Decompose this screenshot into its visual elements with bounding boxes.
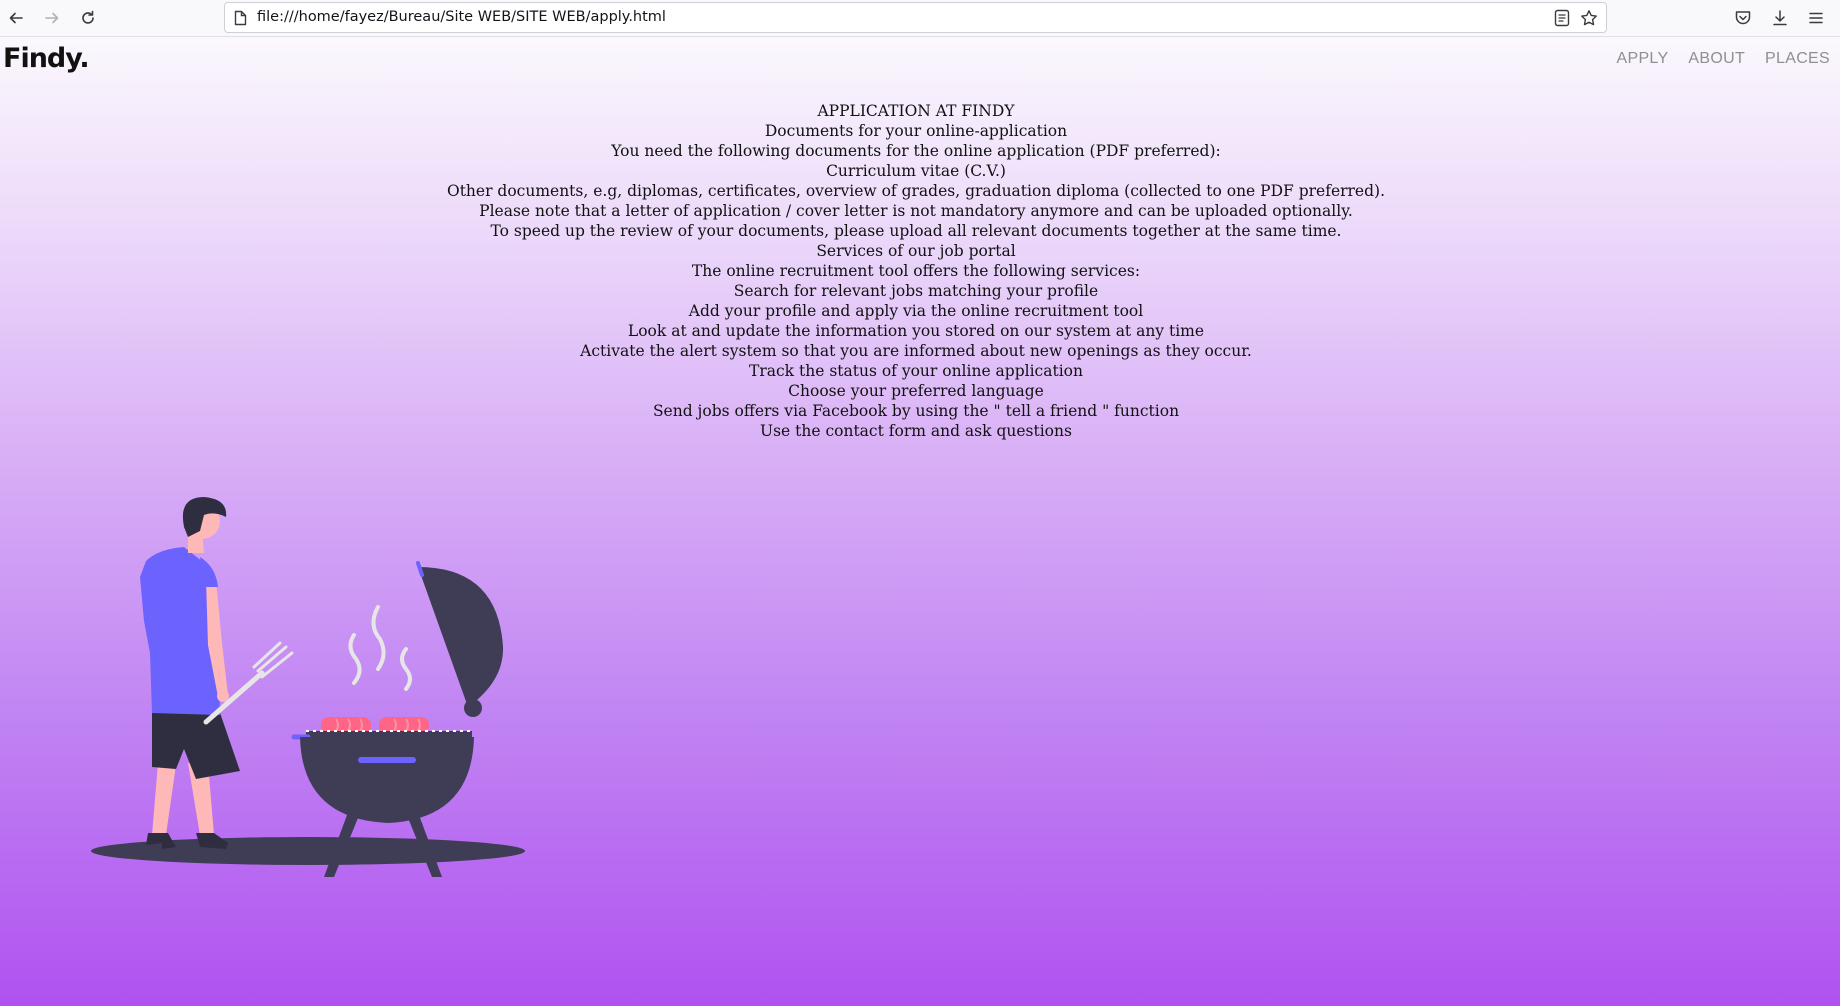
page-icon <box>234 10 247 30</box>
bookmark-star-icon[interactable] <box>1580 9 1598 31</box>
text-line: Look at and update the information you s… <box>627 322 1205 340</box>
text-line: Add your profile and apply via the onlin… <box>688 302 1144 320</box>
text-line: Search for relevant jobs matching your p… <box>733 282 1099 300</box>
top-nav: APPLY ABOUT PLACES <box>1617 50 1830 68</box>
download-icon[interactable] <box>1768 6 1792 30</box>
url-text[interactable]: file:///home/fayez/Bureau/Site WEB/SITE … <box>257 9 666 25</box>
section-heading: Documents for your online-application <box>764 122 1068 140</box>
browser-toolbar: file:///home/fayez/Bureau/Site WEB/SITE … <box>0 0 1840 37</box>
text-line: Use the contact form and ask questions <box>760 422 1072 440</box>
reader-view-icon[interactable] <box>1554 9 1570 31</box>
grill-bowl <box>300 737 474 823</box>
pocket-icon[interactable] <box>1731 6 1755 30</box>
site-logo[interactable]: Findy. <box>3 43 90 74</box>
text-line: Please note that a letter of application… <box>479 202 1353 220</box>
bbq-illustration <box>91 497 525 877</box>
page-body: Findy. APPLY ABOUT PLACES APPLICATION AT… <box>0 37 1840 1006</box>
forward-arrow-icon[interactable] <box>40 6 64 30</box>
menu-icon[interactable] <box>1804 6 1828 30</box>
text-line: Activate the alert system so that you ar… <box>580 342 1252 360</box>
url-bar[interactable]: file:///home/fayez/Bureau/Site WEB/SITE … <box>224 2 1607 33</box>
grill-lid <box>418 567 504 707</box>
text-line: You need the following documents for the… <box>611 142 1221 160</box>
person-figure <box>140 497 240 849</box>
text-line: Curriculum vitae (C.V.) <box>826 162 1006 180</box>
page-title: APPLICATION AT FINDY <box>817 102 1015 120</box>
steam-lines <box>348 605 412 691</box>
text-line: To speed up the review of your documents… <box>490 222 1342 240</box>
text-line: Other documents, e.g, diplomas, certific… <box>446 182 1385 200</box>
nav-link-about[interactable]: ABOUT <box>1688 50 1745 68</box>
reload-icon[interactable] <box>76 6 100 30</box>
section-heading: Services of our job portal <box>816 242 1016 260</box>
text-line: Send jobs offers via Facebook by using t… <box>652 402 1180 420</box>
text-line: Choose your preferred language <box>788 382 1044 400</box>
back-arrow-icon[interactable] <box>4 6 28 30</box>
text-line: The online recruitment tool offers the f… <box>691 262 1141 280</box>
text-line: Track the status of your online applicat… <box>749 362 1083 380</box>
application-text: APPLICATION AT FINDY Documents for your … <box>0 101 1832 441</box>
nav-link-apply[interactable]: APPLY <box>1617 50 1669 68</box>
nav-link-places[interactable]: PLACES <box>1765 50 1830 68</box>
